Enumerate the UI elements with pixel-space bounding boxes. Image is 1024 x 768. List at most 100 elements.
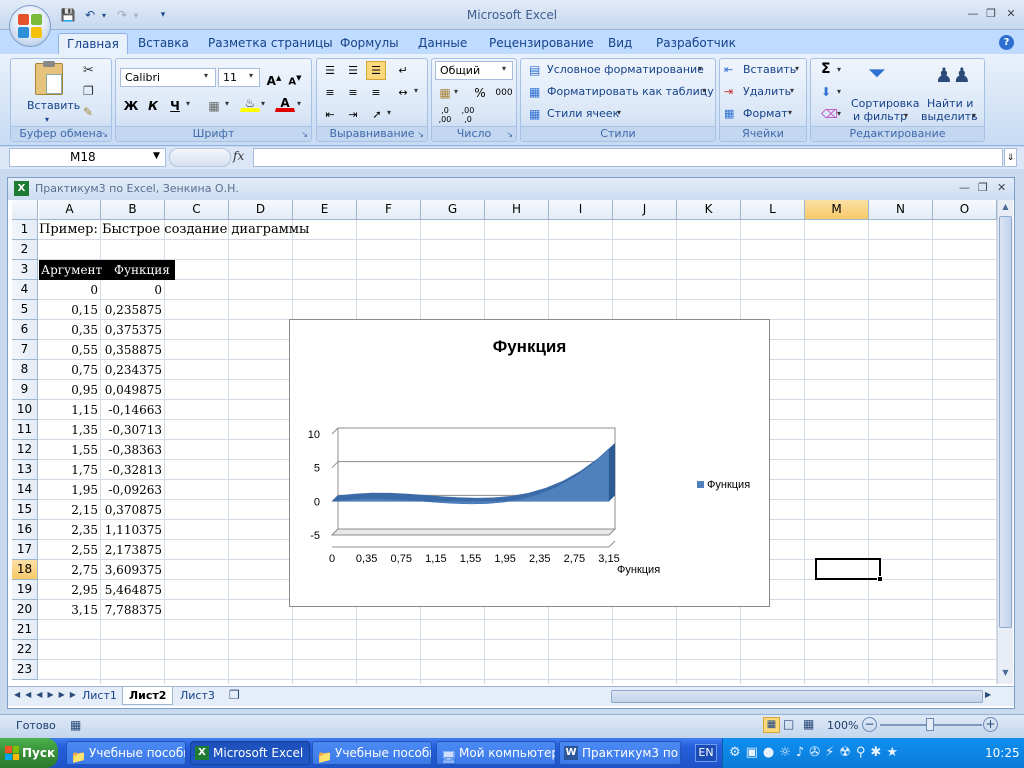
row-header-23[interactable]: 23: [12, 660, 38, 680]
copy-icon[interactable]: ❐: [83, 84, 94, 98]
column-header-b[interactable]: B: [101, 200, 165, 220]
macro-record-icon[interactable]: ▦: [70, 718, 81, 732]
cell-argument[interactable]: 2,35: [39, 520, 101, 540]
tab-home[interactable]: Главная: [58, 33, 128, 54]
cell-function[interactable]: 0,235875: [101, 300, 165, 320]
column-header-m[interactable]: M: [805, 200, 869, 220]
borders-dropdown-icon[interactable]: ▾: [225, 99, 229, 108]
page-break-view-icon[interactable]: ▦: [803, 717, 814, 731]
row-header-10[interactable]: 10: [12, 400, 38, 420]
font-size-field[interactable]: 11: [218, 68, 260, 87]
cell-argument[interactable]: 0,55: [39, 340, 101, 360]
cell-styles-dropdown-icon[interactable]: ▾: [617, 108, 621, 117]
cell-argument[interactable]: 0,75: [39, 360, 101, 380]
cell-argument[interactable]: 2,15: [39, 500, 101, 520]
underline-button[interactable]: Ч: [165, 96, 185, 115]
cell-function[interactable]: 5,464875: [101, 580, 165, 600]
row-header-2[interactable]: 2: [12, 240, 38, 260]
column-header-a[interactable]: A: [39, 200, 101, 220]
minimize-icon[interactable]: —: [966, 7, 980, 21]
align-left-icon[interactable]: ≡: [320, 83, 340, 102]
dialog-launcher-icon[interactable]: ↘: [101, 130, 108, 139]
shrink-font-icon[interactable]: A▼: [285, 68, 305, 87]
close-icon[interactable]: ✕: [1004, 7, 1018, 21]
fill-icon[interactable]: ⬇: [821, 85, 831, 99]
formula-input[interactable]: [253, 148, 1003, 167]
row-header-13[interactable]: 13: [12, 460, 38, 480]
orientation-dropdown-icon[interactable]: ▾: [387, 108, 391, 117]
expand-formula-bar-icon[interactable]: ⇓: [1004, 148, 1017, 167]
paste-icon[interactable]: [35, 61, 63, 95]
help-icon[interactable]: ?: [999, 35, 1014, 50]
currency-icon[interactable]: ▦: [435, 83, 455, 102]
merge-dropdown-icon[interactable]: ▾: [414, 86, 418, 95]
wrap-text-icon[interactable]: ↵: [393, 61, 413, 80]
format-cells-button[interactable]: Формат: [743, 107, 788, 121]
cell-argument[interactable]: 0: [39, 280, 101, 300]
cell-function[interactable]: -0,14663: [101, 400, 165, 420]
cell-argument[interactable]: 2,95: [39, 580, 101, 600]
autosum-dropdown-icon[interactable]: ▾: [837, 65, 841, 74]
column-header-f[interactable]: F: [357, 200, 421, 220]
increase-decimal-icon[interactable]: ,0,00: [435, 105, 455, 124]
decrease-decimal-icon[interactable]: ,00,0: [458, 105, 478, 124]
font-color-dropdown-icon[interactable]: ▾: [297, 99, 301, 108]
find-select-label[interactable]: Найти и: [927, 97, 973, 111]
align-bottom-icon[interactable]: ☰: [366, 61, 386, 80]
column-header-c[interactable]: C: [165, 200, 229, 220]
tab-review[interactable]: Рецензирование: [481, 33, 602, 54]
font-name-field[interactable]: Calibri: [120, 68, 216, 87]
cell-function[interactable]: 7,788375: [101, 600, 165, 620]
row-header-5[interactable]: 5: [12, 300, 38, 320]
sort-filter-label[interactable]: Сортировка: [851, 97, 920, 111]
wb-close-icon[interactable]: ✕: [997, 181, 1006, 194]
insert-sheet-icon[interactable]: ❐: [229, 688, 240, 702]
chart[interactable]: Функция 10 5 0 -5 0 0,35 0,75 1,15 1,55 1,95 2,35 2,…: [289, 319, 770, 607]
office-button[interactable]: [9, 5, 51, 47]
row-header-6[interactable]: 6: [12, 320, 38, 340]
column-header-j[interactable]: J: [613, 200, 677, 220]
format-as-table-button[interactable]: Форматировать как таблицу: [547, 85, 714, 99]
cell-function[interactable]: 1,110375: [101, 520, 165, 540]
dialog-launcher-icon[interactable]: ↘: [506, 130, 513, 139]
formula-bar-resizer[interactable]: [169, 148, 231, 167]
tab-view[interactable]: Вид: [600, 33, 640, 54]
scroll-up-icon[interactable]: ▲: [999, 202, 1012, 216]
cell-a1[interactable]: Пример: Быстрое создание диаграммы: [39, 220, 309, 240]
cell-function[interactable]: -0,30713: [101, 420, 165, 440]
horizontal-scrollbar[interactable]: [611, 690, 983, 703]
find-binoculars-icon[interactable]: ♟♟: [935, 63, 971, 87]
sort-filter-dropdown-icon[interactable]: ▾: [904, 111, 908, 120]
task-excel[interactable]: X Microsoft Excel: [190, 741, 310, 765]
column-header-i[interactable]: I: [549, 200, 613, 220]
row-header-21[interactable]: 21: [12, 620, 38, 640]
decrease-indent-icon[interactable]: ⇤: [320, 105, 340, 124]
selected-cell-m18[interactable]: [815, 558, 881, 580]
row-header-15[interactable]: 15: [12, 500, 38, 520]
clear-dropdown-icon[interactable]: ▾: [837, 109, 841, 118]
cell-argument[interactable]: 3,15: [39, 600, 101, 620]
cell-function[interactable]: -0,32813: [101, 460, 165, 480]
cell-argument[interactable]: 1,15: [39, 400, 101, 420]
language-indicator[interactable]: EN: [695, 744, 717, 762]
format-table-dropdown-icon[interactable]: ▾: [702, 86, 706, 95]
find-select-label-2[interactable]: выделить: [921, 110, 978, 124]
delete-cells-button[interactable]: Удалить: [743, 85, 791, 99]
cell-function[interactable]: 0,358875: [101, 340, 165, 360]
column-header-l[interactable]: L: [741, 200, 805, 220]
align-top-icon[interactable]: ☰: [320, 61, 340, 80]
cell-argument[interactable]: 1,35: [39, 420, 101, 440]
zoom-in-icon[interactable]: +: [983, 717, 998, 732]
italic-button[interactable]: К: [143, 96, 163, 115]
column-header-e[interactable]: E: [293, 200, 357, 220]
cell-argument[interactable]: 0,95: [39, 380, 101, 400]
underline-dropdown-icon[interactable]: ▾: [186, 99, 190, 108]
increase-indent-icon[interactable]: ⇥: [343, 105, 363, 124]
scroll-down-icon[interactable]: ▼: [999, 668, 1012, 682]
paste-button[interactable]: Вставить: [27, 99, 80, 113]
bold-button[interactable]: Ж: [121, 96, 141, 115]
select-all-corner[interactable]: [12, 200, 38, 220]
paste-dropdown-icon[interactable]: ▾: [45, 113, 49, 127]
sheet-nav-icons[interactable]: ◀◀◀▶▶▶: [14, 690, 81, 699]
tab-data[interactable]: Данные: [410, 33, 475, 54]
